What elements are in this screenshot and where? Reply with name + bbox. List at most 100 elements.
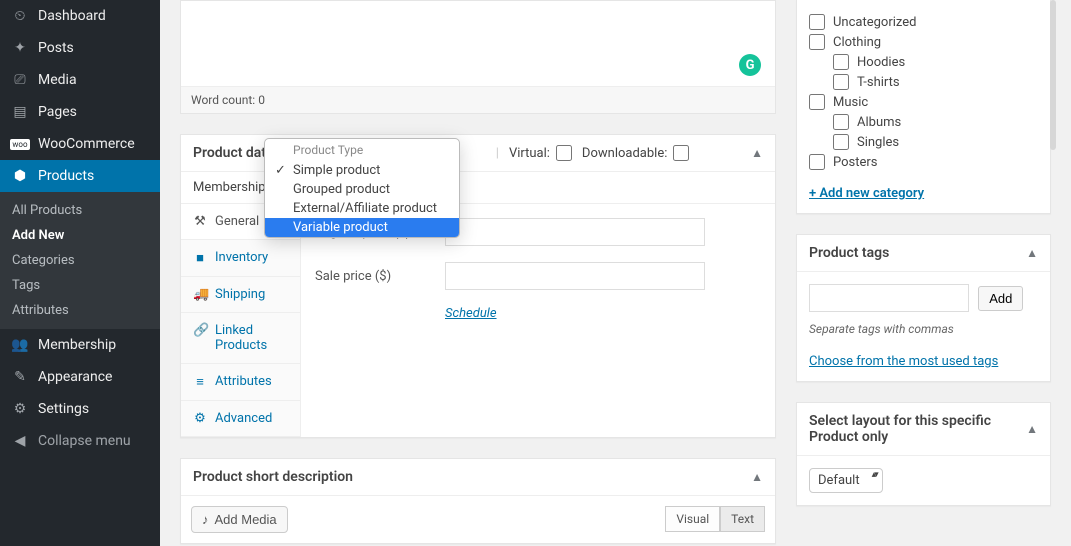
word-count-label: Word count: xyxy=(191,93,255,107)
submenu-add-new[interactable]: Add New xyxy=(0,223,160,248)
panel-toggle[interactable]: ▲ xyxy=(1026,246,1038,260)
dashboard-icon: ⏲ xyxy=(10,8,30,24)
sale-price-input[interactable] xyxy=(445,262,705,290)
layout-body: Default xyxy=(797,456,1050,505)
divider: | xyxy=(496,146,499,161)
category-albums[interactable]: Albums xyxy=(833,112,1038,132)
tab-attributes[interactable]: ≡ Attributes xyxy=(181,364,300,401)
submenu-tags[interactable]: Tags xyxy=(0,273,160,298)
panel-toggle[interactable]: ▲ xyxy=(1026,422,1038,436)
category-label: Singles xyxy=(857,135,899,150)
category-checkbox[interactable] xyxy=(809,94,825,110)
category-posters[interactable]: Posters xyxy=(809,152,1038,172)
general-icon: ⚒ xyxy=(193,214,207,229)
tab-label: Attributes xyxy=(215,374,272,389)
tab-shipping[interactable]: 🚚 Shipping xyxy=(181,277,300,313)
submenu-categories[interactable]: Categories xyxy=(0,248,160,273)
sidebar-item-label: Posts xyxy=(38,40,74,56)
dropdown-option-external[interactable]: External/Affiliate product xyxy=(265,199,459,218)
categories-scrollbar[interactable] xyxy=(1050,0,1056,150)
downloadable-checkbox[interactable] xyxy=(673,145,689,161)
dropdown-header: Product Type xyxy=(265,139,459,161)
tags-title: Product tags xyxy=(809,245,889,261)
sidebar-item-dashboard[interactable]: ⏲ Dashboard xyxy=(0,0,160,32)
category-label: Posters xyxy=(833,155,878,170)
dropdown-option-simple[interactable]: Simple product xyxy=(265,161,459,180)
category-label: Clothing xyxy=(833,35,881,50)
dropdown-option-grouped[interactable]: Grouped product xyxy=(265,180,459,199)
membership-icon: 👥 xyxy=(10,337,30,353)
category-singles[interactable]: Singles xyxy=(833,132,1038,152)
sidebar-item-products[interactable]: ⬢ Products xyxy=(0,160,160,192)
admin-sidebar: ⏲ Dashboard ✦ Posts ⎚ Media ▤ Pages woo … xyxy=(0,0,160,546)
layout-selected: Default xyxy=(818,473,860,488)
tab-inventory[interactable]: ■ Inventory xyxy=(181,240,300,277)
word-count-value: 0 xyxy=(258,93,265,107)
product-type-dropdown[interactable]: Product Type Simple product Grouped prod… xyxy=(264,138,460,238)
category-checkbox[interactable] xyxy=(833,114,849,130)
sidebar-item-media[interactable]: ⎚ Media xyxy=(0,64,160,96)
short-desc-body: ♪ Add Media Visual Text xyxy=(181,496,775,543)
schedule-link[interactable]: Schedule xyxy=(445,306,497,321)
product-data-tabs: ⚒ General ■ Inventory 🚚 Shipping 🔗 xyxy=(181,204,301,437)
sidebar-item-pages[interactable]: ▤ Pages xyxy=(0,96,160,128)
tags-help-text: Separate tags with commas xyxy=(809,322,1038,336)
sidebar-item-membership[interactable]: 👥 Membership xyxy=(0,329,160,361)
downloadable-label: Downloadable: xyxy=(582,146,667,161)
tab-advanced[interactable]: ⚙ Advanced xyxy=(181,401,300,437)
category-music[interactable]: Music xyxy=(809,92,1038,112)
tab-linked-products[interactable]: 🔗 Linked Products xyxy=(181,313,300,364)
sidebar-item-settings[interactable]: ⚙ Settings xyxy=(0,393,160,425)
category-checkbox[interactable] xyxy=(809,34,825,50)
content-editor[interactable]: G xyxy=(181,1,775,86)
tab-visual[interactable]: Visual xyxy=(665,506,720,532)
layout-select[interactable]: Default xyxy=(809,468,883,493)
category-tshirts[interactable]: T-shirts xyxy=(833,72,1038,92)
submenu-attributes[interactable]: Attributes xyxy=(0,298,160,323)
linked-icon: 🔗 xyxy=(193,323,207,338)
sidebar-item-appearance[interactable]: ✎ Appearance xyxy=(0,361,160,393)
category-checkbox[interactable] xyxy=(833,54,849,70)
tab-label: Advanced xyxy=(215,411,272,426)
category-label: Uncategorized xyxy=(833,15,916,30)
grammarly-icon[interactable]: G xyxy=(739,54,761,76)
add-media-button[interactable]: ♪ Add Media xyxy=(191,506,288,533)
dropdown-option-variable[interactable]: Variable product xyxy=(265,218,459,237)
panel-toggle[interactable]: ▲ xyxy=(751,470,763,484)
category-checkbox[interactable] xyxy=(833,74,849,90)
category-checkbox[interactable] xyxy=(833,134,849,150)
most-used-tags-link[interactable]: Choose from the most used tags xyxy=(809,354,998,369)
category-hoodies[interactable]: Hoodies xyxy=(833,52,1038,72)
media-icon: ⎚ xyxy=(10,72,30,88)
category-list: Uncategorized Clothing Hoodies xyxy=(809,12,1038,172)
category-clothing[interactable]: Clothing xyxy=(809,32,1038,52)
tags-body: Add Separate tags with commas Choose fro… xyxy=(797,272,1050,381)
add-tag-button[interactable]: Add xyxy=(978,286,1023,311)
virtual-toggle[interactable]: Virtual: xyxy=(509,145,572,161)
sidebar-item-collapse[interactable]: ◀ Collapse menu xyxy=(0,425,160,457)
short-description-panel: Product short description ▲ ♪ Add Media … xyxy=(180,458,776,544)
products-icon: ⬢ xyxy=(10,168,30,184)
regular-price-input[interactable] xyxy=(445,218,705,246)
appearance-icon: ✎ xyxy=(10,369,30,385)
main-content: G Word count: 0 Product data — | Virtual… xyxy=(160,0,1071,546)
downloadable-toggle[interactable]: Downloadable: xyxy=(582,145,689,161)
pin-icon: ✦ xyxy=(10,40,30,56)
editor-mode-tabs: Visual Text xyxy=(665,506,765,532)
short-desc-title: Product short description xyxy=(193,469,353,485)
sidebar-item-label: Pages xyxy=(38,104,77,120)
category-checkbox[interactable] xyxy=(809,154,825,170)
pages-icon: ▤ xyxy=(10,104,30,120)
membership-label: Membership: xyxy=(193,180,269,195)
panel-toggle[interactable]: ▲ xyxy=(751,146,763,160)
category-uncategorized[interactable]: Uncategorized xyxy=(809,12,1038,32)
tag-input[interactable] xyxy=(809,284,969,312)
submenu-all-products[interactable]: All Products xyxy=(0,198,160,223)
sidebar-item-woocommerce[interactable]: woo WooCommerce xyxy=(0,128,160,160)
category-checkbox[interactable] xyxy=(809,14,825,30)
advanced-icon: ⚙ xyxy=(193,411,207,426)
sidebar-item-posts[interactable]: ✦ Posts xyxy=(0,32,160,64)
virtual-checkbox[interactable] xyxy=(556,145,572,161)
tab-text[interactable]: Text xyxy=(720,506,765,532)
add-category-link[interactable]: + Add new category xyxy=(809,186,924,201)
